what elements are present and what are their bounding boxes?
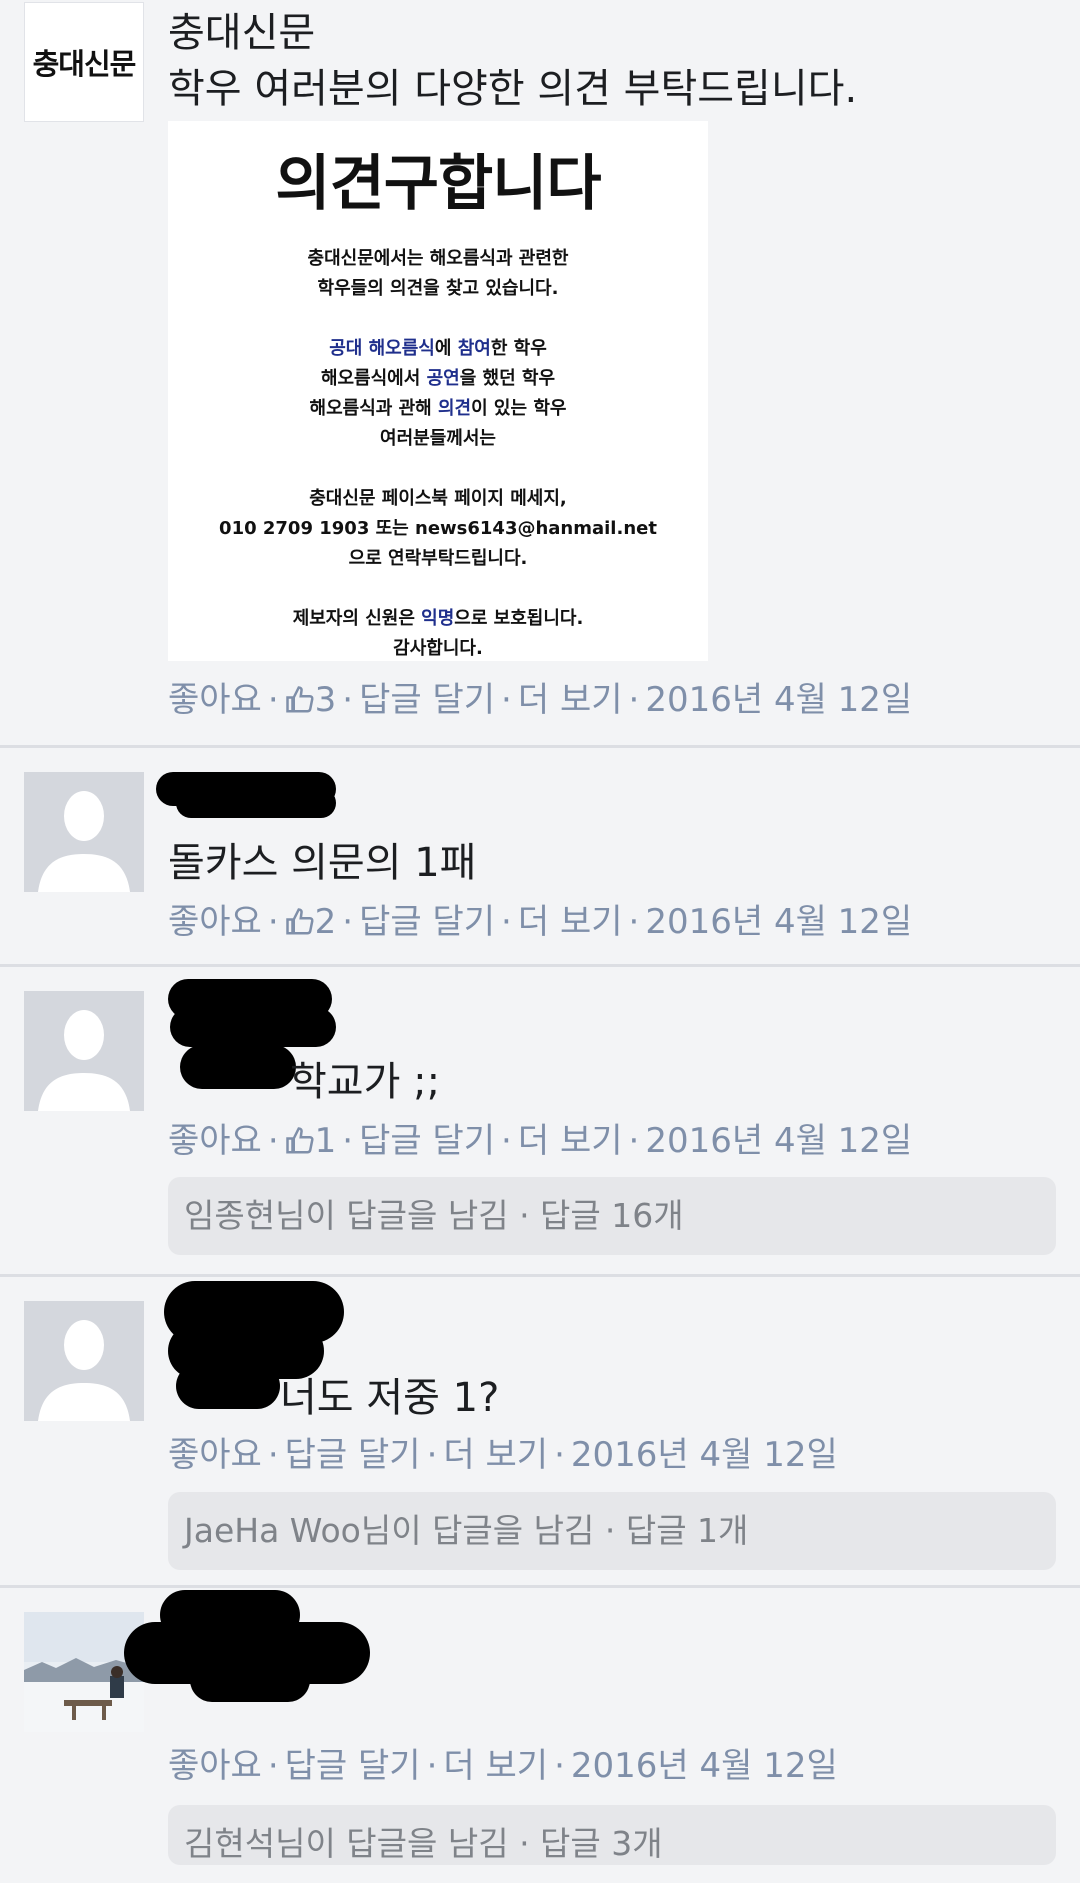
- poster-line: 공대 해오름식에 참여한 학우: [329, 338, 547, 359]
- thumbs-up-icon: [285, 908, 314, 935]
- replies-summary[interactable]: 임종현님이 답글을 남김 · 답글 16개: [168, 1177, 1056, 1255]
- like-count[interactable]: 2: [285, 902, 337, 942]
- comment-meta: 좋아요 · 답글 달기 · 더 보기 · 2016년 4월 12일: [168, 1738, 838, 1787]
- like-button[interactable]: 좋아요: [168, 1738, 262, 1787]
- avatar[interactable]: [24, 1612, 144, 1732]
- poster-title: 의견구합니다: [275, 149, 601, 219]
- thumbs-up-icon: [285, 1127, 314, 1154]
- post-image[interactable]: 의견구합니다 충대신문에서는 해오름식과 관련한 학우들의 의견을 찾고 있습니…: [168, 121, 708, 661]
- comment: 학교가 ;; 좋아요 · 1 · 답글 달기 · 더 보기 · 2016년 4월 12일 임종현…: [0, 967, 1080, 1277]
- like-button[interactable]: 좋아요: [168, 672, 262, 721]
- avatar[interactable]: [24, 1301, 144, 1421]
- default-avatar-icon: [24, 772, 144, 892]
- comment-meta: 좋아요 · 2 · 답글 달기 · 더 보기 · 2016년 4월 12일: [168, 894, 912, 943]
- page-avatar-text: 충대신문: [32, 47, 137, 81]
- poster-line: 학우들의 의견을 찾고 있습니다.: [317, 278, 559, 299]
- like-count[interactable]: 1: [285, 1121, 337, 1161]
- poster-line: 으로 연락부탁드립니다.: [348, 548, 528, 569]
- thumbs-up-icon: [285, 686, 314, 713]
- like-count-value: 1: [314, 1121, 337, 1161]
- more-button[interactable]: 더 보기: [518, 672, 623, 721]
- profile-photo-snow-landscape: [24, 1612, 144, 1732]
- poster-body: 충대신문에서는 해오름식과 관련한 학우들의 의견을 찾고 있습니다. 공대 해…: [168, 244, 708, 664]
- reply-button[interactable]: 답글 달기: [359, 894, 495, 943]
- poster-line: 해오름식과 관해 의견이 있는 학우: [309, 398, 567, 419]
- redacted-name: [190, 1658, 310, 1702]
- more-button[interactable]: 더 보기: [518, 1113, 623, 1162]
- avatar[interactable]: [24, 991, 144, 1111]
- more-button[interactable]: 더 보기: [443, 1738, 548, 1787]
- comment-meta: 좋아요 · 1 · 답글 달기 · 더 보기 · 2016년 4월 12일: [168, 1113, 912, 1162]
- post-meta: 좋아요 · 3 · 답글 달기 · 더 보기 · 2016년 4월 12일: [168, 672, 912, 721]
- poster-line: 감사합니다.: [393, 638, 483, 659]
- like-count-value: 2: [314, 902, 337, 942]
- poster-line: 충대신문 페이스북 페이지 메세지,: [309, 488, 567, 509]
- timestamp: 2016년 4월 12일: [570, 1435, 838, 1475]
- replies-summary[interactable]: JaeHa Woo님이 답글을 남김 · 답글 1개: [168, 1492, 1056, 1570]
- like-button[interactable]: 좋아요: [168, 1113, 262, 1162]
- post: 충대신문 충대신문 학우 여러분의 다양한 의견 부탁드립니다. 의견구합니다 …: [0, 0, 1080, 748]
- comment: 너도 저중 1? 좋아요 · 답글 달기 · 더 보기 · 2016년 4월 12일 Jae…: [0, 1277, 1080, 1588]
- reply-button[interactable]: 답글 달기: [359, 1113, 495, 1162]
- default-avatar-icon: [24, 991, 144, 1111]
- redacted-name: [176, 1363, 280, 1409]
- like-button[interactable]: 좋아요: [168, 894, 262, 943]
- timestamp: 2016년 4월 12일: [645, 902, 913, 942]
- default-avatar-icon: [24, 1301, 144, 1421]
- reply-button[interactable]: 답글 달기: [285, 1427, 421, 1476]
- poster-line: 충대신문에서는 해오름식과 관련한: [307, 248, 569, 269]
- reply-button[interactable]: 답글 달기: [359, 672, 495, 721]
- timestamp: 2016년 4월 12일: [645, 680, 913, 720]
- comment-meta: 좋아요 · 답글 달기 · 더 보기 · 2016년 4월 12일: [168, 1427, 838, 1476]
- comment: 돌카스 의문의 1패 좋아요 · 2 · 답글 달기 · 더 보기 · 2016년 4월 12일: [0, 748, 1080, 967]
- comment-text: 너도 저중 1?: [280, 1375, 500, 1421]
- avatar[interactable]: [24, 772, 144, 892]
- more-button[interactable]: 더 보기: [518, 894, 623, 943]
- poster-line: 해오름식에서 공연을 했던 학우: [320, 368, 556, 389]
- like-button[interactable]: 좋아요: [168, 1427, 262, 1476]
- reply-button[interactable]: 답글 달기: [285, 1738, 421, 1787]
- post-text: 학우 여러분의 다양한 의견 부탁드립니다.: [168, 66, 858, 112]
- poster-line: 010 2709 1903 또는 news6143@hanmail.net: [219, 518, 657, 539]
- page-avatar[interactable]: 충대신문: [24, 2, 144, 122]
- redacted-name: [176, 788, 336, 818]
- page-name[interactable]: 충대신문: [168, 0, 315, 58]
- comment: 좋아요 · 답글 달기 · 더 보기 · 2016년 4월 12일 김현석님이 답글을 남김…: [0, 1588, 1080, 1865]
- redacted-name: [180, 1045, 296, 1089]
- comment-text: 학교가 ;;: [290, 1059, 441, 1105]
- redacted-name: [170, 1007, 336, 1047]
- timestamp: 2016년 4월 12일: [570, 1746, 838, 1786]
- more-button[interactable]: 더 보기: [443, 1427, 548, 1476]
- like-count[interactable]: 3: [285, 680, 337, 720]
- poster-line: 여러분들께서는: [380, 428, 496, 449]
- poster-line: 제보자의 신원은 익명으로 보호됩니다.: [292, 608, 584, 629]
- replies-summary[interactable]: 김현석님이 답글을 남김 · 답글 3개: [168, 1805, 1056, 1865]
- comment-text: 돌카스 의문의 1패: [168, 840, 477, 886]
- like-count-value: 3: [314, 680, 337, 720]
- timestamp: 2016년 4월 12일: [645, 1121, 913, 1161]
